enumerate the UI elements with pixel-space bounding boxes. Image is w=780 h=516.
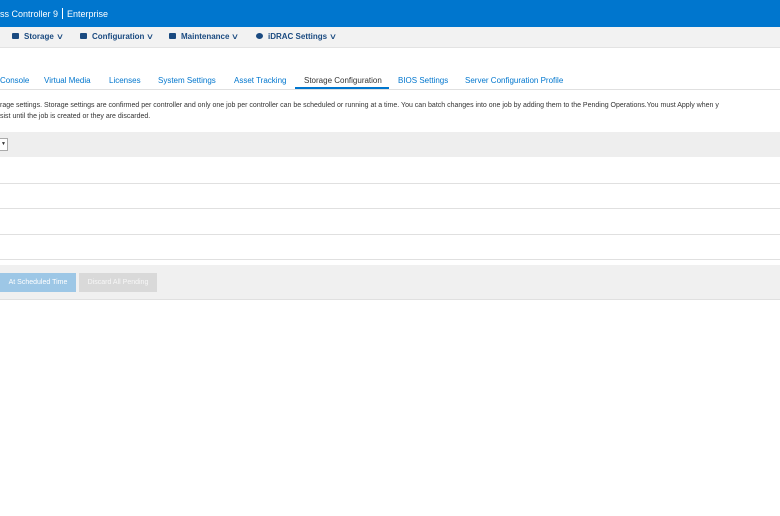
table-row-divider bbox=[0, 234, 780, 235]
idrac-settings-icon bbox=[256, 33, 263, 39]
chevron-down-icon: ∨ bbox=[146, 32, 155, 41]
menu-storage-label: Storage bbox=[24, 32, 54, 41]
product-name: ss Controller 9 bbox=[0, 9, 59, 19]
tab-licenses[interactable]: Licenses bbox=[109, 76, 141, 85]
tab-storage-configuration[interactable]: Storage Configuration bbox=[304, 76, 382, 85]
storage-icon bbox=[12, 33, 19, 39]
tab-server-configuration-profile[interactable]: Server Configuration Profile bbox=[465, 76, 563, 85]
tab-asset-tracking[interactable]: Asset Tracking bbox=[234, 76, 286, 85]
tab-bios-settings[interactable]: BIOS Settings bbox=[398, 76, 448, 85]
menu-configuration[interactable]: Configuration ∨ bbox=[80, 32, 155, 41]
maintenance-icon bbox=[169, 33, 176, 39]
menu-maintenance-label: Maintenance bbox=[181, 32, 230, 41]
tab-virtual-media[interactable]: Virtual Media bbox=[44, 76, 91, 85]
notice-line-2: sist until the job is created or they ar… bbox=[0, 113, 151, 120]
chevron-down-icon: ∨ bbox=[55, 32, 64, 41]
product-title: ss Controller 9 Enterprise bbox=[0, 8, 108, 19]
tabs-divider bbox=[0, 89, 780, 90]
menu-maintenance[interactable]: Maintenance ∨ bbox=[169, 32, 240, 41]
main-menu-bar: Storage ∨ Configuration ∨ Maintenance ∨ iDR… bbox=[0, 27, 780, 48]
chevron-down-icon: ∨ bbox=[328, 32, 338, 41]
controller-select[interactable]: ▼ bbox=[0, 138, 8, 151]
table-row-divider bbox=[0, 208, 780, 209]
product-edition: Enterprise bbox=[67, 9, 109, 19]
configuration-tabs: Console Virtual Media Licenses System Se… bbox=[0, 70, 780, 90]
configuration-icon bbox=[80, 33, 87, 39]
select-arrow-icon: ▼ bbox=[1, 141, 6, 147]
menu-storage[interactable]: Storage ∨ bbox=[12, 32, 64, 41]
chevron-down-icon: ∨ bbox=[231, 32, 240, 41]
pending-actions-bar: At Scheduled Time Discard All Pending bbox=[0, 265, 780, 300]
apply-at-scheduled-time-button[interactable]: At Scheduled Time bbox=[0, 273, 76, 292]
top-banner: ss Controller 9 Enterprise bbox=[0, 0, 780, 27]
storage-notice: rage settings. Storage settings are conf… bbox=[0, 100, 780, 122]
table-row-divider bbox=[0, 259, 780, 260]
controller-filter-bar: ▼ bbox=[0, 132, 780, 157]
menu-idrac-settings-label: iDRAC Settings bbox=[268, 32, 328, 41]
menu-configuration-label: Configuration bbox=[92, 32, 145, 41]
tab-console[interactable]: Console bbox=[0, 76, 29, 85]
table-row-divider bbox=[0, 183, 780, 184]
notice-line-1: rage settings. Storage settings are conf… bbox=[0, 102, 719, 109]
discard-all-pending-button[interactable]: Discard All Pending bbox=[79, 273, 157, 292]
menu-idrac-settings[interactable]: iDRAC Settings ∨ bbox=[256, 32, 338, 41]
title-divider bbox=[62, 8, 64, 19]
tab-system-settings[interactable]: System Settings bbox=[158, 76, 216, 85]
